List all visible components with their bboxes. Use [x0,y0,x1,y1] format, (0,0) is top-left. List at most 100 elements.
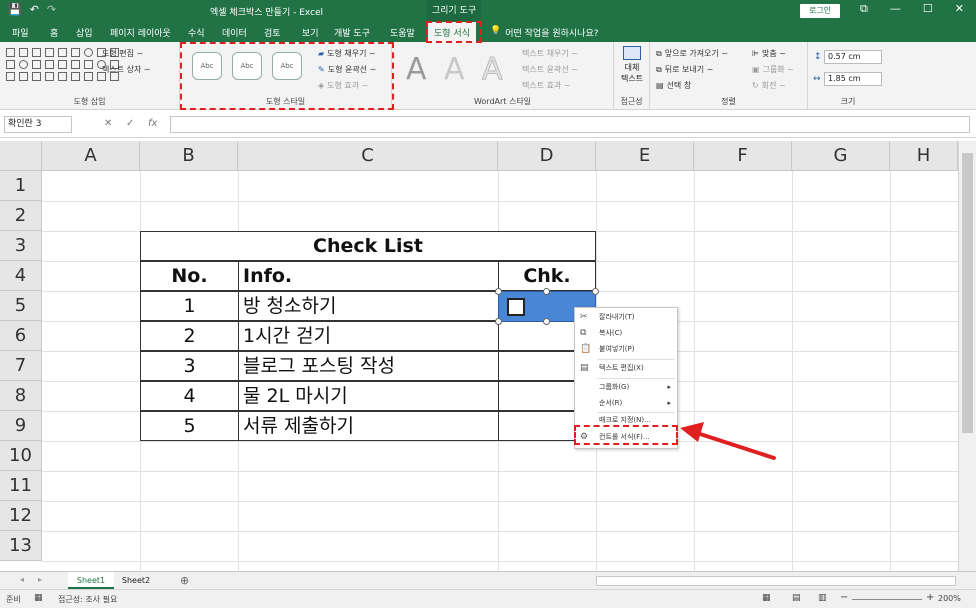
scroll-right-icon[interactable]: ▸ [38,575,42,584]
tab-home[interactable]: 홈 [50,26,58,39]
row-header[interactable]: 11 [0,471,42,501]
login-button[interactable]: 로그인 [800,4,840,18]
text-outline-button[interactable]: 텍스트 윤곽선 ~ [522,64,578,75]
zoom-out-icon[interactable]: − [840,592,848,603]
column-header-c[interactable]: C [238,141,498,171]
column-header-g[interactable]: G [792,141,890,171]
align-button[interactable]: ⊫ 맞춤 ~ [752,48,786,59]
header-chk[interactable]: Chk. [498,261,596,291]
cell-no[interactable]: 1 [140,291,239,321]
alt-text-button[interactable]: 대체 텍스트 [618,46,646,84]
row-header[interactable]: 8 [0,381,42,411]
tab-page-layout[interactable]: 페이지 레이아웃 [110,26,171,39]
tab-insert[interactable]: 삽입 [76,26,93,39]
row-header[interactable]: 3 [0,231,42,261]
resize-handle[interactable] [543,288,550,295]
bring-forward-button[interactable]: ⧉ 앞으로 가져오기 ~ [656,48,728,59]
row-header[interactable]: 7 [0,351,42,381]
row-header[interactable]: 12 [0,501,42,531]
redo-icon[interactable]: ↷ [47,3,56,16]
ribbon-display-icon[interactable]: ⧉ [860,2,868,16]
normal-view-icon[interactable]: ▦ [762,593,771,603]
cell-no[interactable]: 3 [140,351,239,381]
column-header-b[interactable]: B [140,141,238,171]
wordart-style-1[interactable]: A [406,52,427,87]
cell-no[interactable]: 5 [140,411,239,441]
vertical-scroll-thumb[interactable] [962,153,973,433]
name-box[interactable]: 확인란 3 [4,116,72,133]
menu-item-edit-text[interactable]: ▤ 텍스트 편집(X) [575,360,677,376]
menu-item-group[interactable]: 그룹화(G) ▸ [575,379,677,395]
table-title[interactable]: Check List [140,231,596,261]
resize-handle[interactable] [592,288,599,295]
text-box-button[interactable]: 텍스트 상자 ~ [102,64,151,75]
shape-fill-button[interactable]: ▰ 도형 채우기 ~ [318,48,376,59]
wordart-style-3[interactable]: A [482,52,504,88]
text-effects-button[interactable]: 텍스트 효과 ~ [522,80,571,91]
send-backward-button[interactable]: ⧉ 뒤로 보내기 ~ [656,64,713,75]
menu-item-paste[interactable]: 📋 붙여넣기(P) [575,341,677,357]
shape-style-3[interactable]: Abc [272,52,302,80]
menu-item-order[interactable]: 순서(R) ▸ [575,395,677,411]
cell-info[interactable]: 방 청소하기 [238,291,499,321]
tell-me[interactable]: 💡 어떤 작업을 원하시나요? [490,26,599,39]
resize-handle[interactable] [495,318,502,325]
cell-info[interactable]: 1시간 걷기 [238,321,499,351]
column-header-a[interactable]: A [42,141,140,171]
header-no[interactable]: No. [140,261,239,291]
zoom-in-icon[interactable]: + [926,592,934,603]
tab-data[interactable]: 데이터 [222,26,247,39]
close-icon[interactable]: ✕ [955,2,964,16]
row-header[interactable]: 1 [0,171,42,201]
cell-info[interactable]: 서류 제출하기 [238,411,499,441]
cell-info[interactable]: 블로그 포스팅 작성 [238,351,499,381]
selection-pane-button[interactable]: ▤ 선택 창 [656,80,691,91]
sheet-tab-sheet1[interactable]: Sheet1 [68,572,114,589]
shape-style-2[interactable]: Abc [232,52,262,80]
sheet-tab-sheet2[interactable]: Sheet2 [114,572,158,589]
tab-review[interactable]: 검토 [264,26,281,39]
tab-formulas[interactable]: 수식 [188,26,205,39]
column-header-h[interactable]: H [890,141,958,171]
save-icon[interactable]: 💾 [8,3,22,16]
column-header-f[interactable]: F [694,141,792,171]
page-break-view-icon[interactable]: ▥ [818,593,827,603]
select-all-corner[interactable] [0,141,42,171]
menu-item-format-control[interactable]: ⚙ 컨트롤 서식(F)... [575,429,677,445]
macro-record-icon[interactable]: ▦ [34,593,43,603]
row-header[interactable]: 2 [0,201,42,231]
new-sheet-icon[interactable]: ⊕ [180,574,189,587]
header-info[interactable]: Info. [238,261,499,291]
worksheet-grid[interactable]: A B C D E F G H 1 2 3 4 5 6 7 8 9 10 11 … [0,141,958,571]
text-fill-button[interactable]: 텍스트 채우기 ~ [522,48,578,59]
accessibility-status[interactable]: 접근성: 조사 필요 [58,594,117,605]
cell-no[interactable]: 4 [140,381,239,411]
maximize-icon[interactable]: ☐ [923,2,933,16]
shape-outline-button[interactable]: ✎ 도형 윤곽선 ~ [318,64,376,75]
scroll-left-icon[interactable]: ◂ [20,575,24,584]
wordart-style-2[interactable]: A [444,52,465,87]
height-input[interactable]: 0.57 cm [824,50,882,64]
rotate-button[interactable]: ↻ 회전 ~ [752,80,786,91]
tab-view[interactable]: 보기 [302,26,319,39]
shape-effects-button[interactable]: ◈ 도형 효과 ~ [318,80,368,91]
cell-no[interactable]: 2 [140,321,239,351]
page-layout-view-icon[interactable]: ▤ [792,593,801,603]
shape-style-1[interactable]: Abc [192,52,222,80]
group-button[interactable]: ▣ 그룹화 ~ [752,64,794,75]
row-header[interactable]: 5 [0,291,42,321]
minimize-icon[interactable]: — [890,2,901,16]
shape-gallery[interactable] [6,48,119,81]
formula-input[interactable] [170,116,970,133]
resize-handle[interactable] [495,288,502,295]
row-header[interactable]: 10 [0,441,42,471]
menu-item-cut[interactable]: ✂ 잘라내기(T) [575,309,677,325]
edit-shape-button[interactable]: 도형 편집 ~ [102,48,143,59]
tab-help[interactable]: 도움말 [390,26,415,39]
tab-developer[interactable]: 개발 도구 [334,26,370,39]
row-header[interactable]: 13 [0,531,42,561]
column-header-d[interactable]: D [498,141,596,171]
zoom-slider[interactable] [852,599,922,600]
column-header-e[interactable]: E [596,141,694,171]
vertical-scrollbar[interactable] [958,141,976,571]
